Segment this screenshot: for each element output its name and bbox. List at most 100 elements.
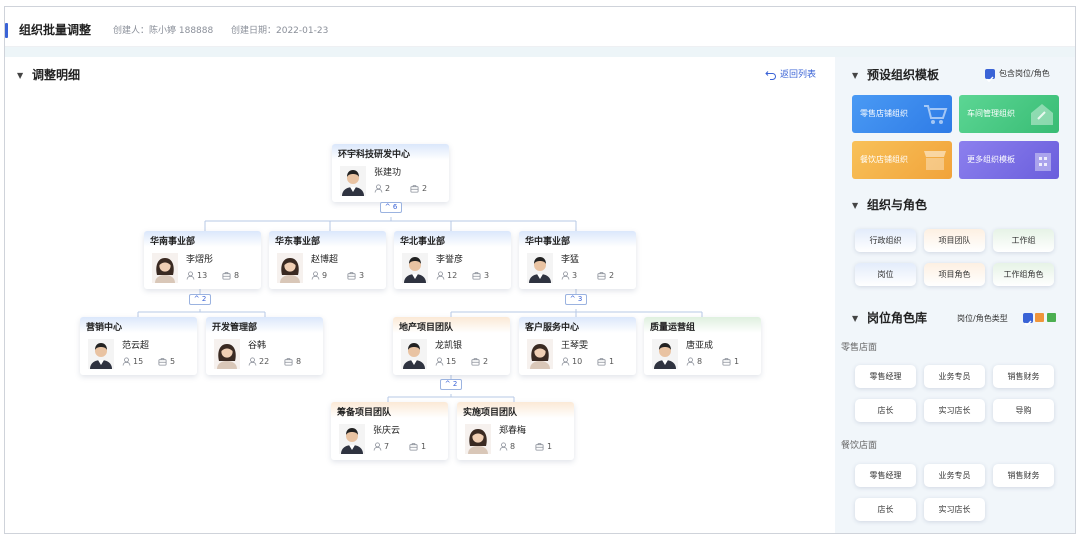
children-count: 6 bbox=[392, 203, 398, 211]
org-tree-connectors bbox=[137, 192, 703, 402]
org-node-real-estate[interactable]: 地产项目团队 龙凯银 15 2 bbox=[393, 317, 510, 375]
workshop-icon bbox=[1031, 104, 1053, 125]
post-icon bbox=[471, 357, 480, 366]
role-type-green-swatch[interactable] bbox=[1047, 313, 1056, 322]
role-chip[interactable]: 实习店长 bbox=[924, 498, 985, 521]
template-restaurant[interactable]: 餐饮店铺组织 bbox=[852, 141, 952, 179]
post-icon bbox=[472, 271, 481, 280]
template-more[interactable]: 更多组织模板 bbox=[959, 141, 1059, 179]
member-count: 8 bbox=[697, 357, 703, 366]
org-node-south[interactable]: 华南事业部 李熠彤 13 8 bbox=[144, 231, 261, 289]
org-node-prep-team[interactable]: 筹备项目团队 张庆云 7 1 bbox=[331, 402, 448, 460]
org-node-central[interactable]: 华中事业部 李猛 3 2 bbox=[519, 231, 636, 289]
building-icon bbox=[1035, 153, 1051, 171]
avatar bbox=[277, 253, 303, 283]
member-count: 9 bbox=[322, 271, 328, 280]
role-type-label: 岗位/角色类型 bbox=[957, 314, 1008, 323]
post-count: 2 bbox=[422, 184, 428, 193]
node-dept-name: 华北事业部 bbox=[400, 237, 446, 247]
template-retail[interactable]: 零售店铺组织 bbox=[852, 95, 952, 133]
role-chip[interactable]: 实习店长 bbox=[924, 399, 985, 422]
node-dept-name: 质量运营组 bbox=[650, 323, 696, 333]
post-icon bbox=[347, 271, 356, 280]
group-label-restaurant: 餐饮店面 bbox=[841, 441, 878, 451]
post-count: 1 bbox=[609, 357, 615, 366]
post-count: 5 bbox=[170, 357, 176, 366]
avatar bbox=[652, 339, 678, 369]
member-count: 13 bbox=[197, 271, 208, 280]
template-label: 餐饮店铺组织 bbox=[860, 155, 908, 164]
post-count: 2 bbox=[483, 357, 489, 366]
post-count: 1 bbox=[734, 357, 740, 366]
expand-toggle-south[interactable]: ^ 2 bbox=[189, 294, 211, 305]
chip-admin-org[interactable]: 行政组织 bbox=[855, 229, 916, 252]
org-node-marketing[interactable]: 营销中心 范云超 15 5 bbox=[80, 317, 197, 375]
role-chip[interactable]: 销售财务 bbox=[993, 365, 1054, 388]
node-leader-name: 张建功 bbox=[374, 168, 402, 178]
node-dept-name: 环宇科技研发中心 bbox=[338, 150, 411, 160]
collapse-caret-icon[interactable]: ▼ bbox=[852, 314, 858, 324]
role-chip[interactable]: 店长 bbox=[855, 399, 916, 422]
member-icon bbox=[499, 442, 508, 451]
chip-work-group-role[interactable]: 工作组角色 bbox=[993, 263, 1054, 286]
chip-work-group[interactable]: 工作组 bbox=[993, 229, 1054, 252]
node-leader-name: 郑春梅 bbox=[499, 426, 527, 436]
expand-toggle-central[interactable]: ^ 3 bbox=[565, 294, 587, 305]
post-count: 3 bbox=[484, 271, 490, 280]
org-node-root[interactable]: 环宇科技研发中心 张建功 2 2 bbox=[332, 144, 449, 202]
chip-project-role[interactable]: 项目角色 bbox=[924, 263, 985, 286]
role-chip[interactable]: 业务专员 bbox=[924, 464, 985, 487]
member-icon bbox=[186, 271, 195, 280]
node-dept-name: 筹备项目团队 bbox=[337, 408, 392, 418]
post-icon bbox=[158, 357, 167, 366]
avatar bbox=[339, 424, 365, 454]
children-count: 2 bbox=[452, 380, 458, 388]
section-title-role-library: 岗位角色库 bbox=[867, 311, 928, 325]
node-leader-name: 唐亚成 bbox=[686, 341, 714, 351]
include-roles-checkbox[interactable] bbox=[985, 69, 995, 83]
org-node-quality-ops[interactable]: 质量运营组 唐亚成 8 1 bbox=[644, 317, 761, 375]
role-type-blue-checkbox[interactable] bbox=[1023, 313, 1033, 327]
role-chip[interactable]: 店长 bbox=[855, 498, 916, 521]
node-leader-name: 龙凯银 bbox=[435, 341, 463, 351]
org-node-dev-mgmt[interactable]: 开发管理部 谷韩 22 8 bbox=[206, 317, 323, 375]
member-icon bbox=[686, 357, 695, 366]
org-node-east[interactable]: 华东事业部 赵博超 9 3 bbox=[269, 231, 386, 289]
org-node-impl-team[interactable]: 实施项目团队 郑春梅 8 1 bbox=[457, 402, 574, 460]
member-count: 2 bbox=[385, 184, 391, 193]
node-dept-name: 实施项目团队 bbox=[463, 408, 518, 418]
post-icon bbox=[535, 442, 544, 451]
page-title: 组织批量调整 bbox=[19, 23, 92, 37]
post-icon bbox=[409, 442, 418, 451]
role-chip[interactable]: 业务专员 bbox=[924, 365, 985, 388]
node-leader-name: 李熠彤 bbox=[186, 255, 214, 265]
role-chip[interactable]: 导购 bbox=[993, 399, 1054, 422]
role-chip[interactable]: 零售经理 bbox=[855, 464, 916, 487]
member-count: 7 bbox=[384, 442, 390, 451]
chip-post[interactable]: 岗位 bbox=[855, 263, 916, 286]
collapse-caret-icon[interactable]: ▼ bbox=[852, 201, 858, 211]
check-icon bbox=[986, 76, 994, 83]
member-icon bbox=[561, 357, 570, 366]
cart-icon bbox=[924, 105, 948, 124]
expand-toggle-root[interactable]: ^ 6 bbox=[380, 202, 402, 213]
header-divider-strip bbox=[5, 47, 1075, 57]
org-node-north[interactable]: 华北事业部 李誉彦 12 3 bbox=[394, 231, 511, 289]
chip-project-team[interactable]: 项目团队 bbox=[924, 229, 985, 252]
role-chip[interactable]: 零售经理 bbox=[855, 365, 916, 388]
node-dept-name: 开发管理部 bbox=[212, 323, 258, 333]
org-node-customer-service[interactable]: 客户服务中心 王琴雯 10 1 bbox=[519, 317, 636, 375]
template-workshop[interactable]: 车间管理组织 bbox=[959, 95, 1059, 133]
collapse-caret-icon[interactable]: ▼ bbox=[852, 71, 858, 81]
member-icon bbox=[436, 271, 445, 280]
role-chip[interactable]: 销售财务 bbox=[993, 464, 1054, 487]
role-type-orange-swatch[interactable] bbox=[1035, 313, 1044, 322]
header-accent-bar bbox=[5, 23, 8, 38]
avatar bbox=[152, 253, 178, 283]
expand-toggle-real-estate[interactable]: ^ 2 bbox=[440, 379, 462, 390]
node-dept-name: 地产项目团队 bbox=[399, 323, 454, 333]
node-dept-name: 华东事业部 bbox=[275, 237, 321, 247]
member-count: 8 bbox=[510, 442, 516, 451]
node-leader-name: 李誉彦 bbox=[436, 255, 464, 265]
post-count: 8 bbox=[296, 357, 302, 366]
